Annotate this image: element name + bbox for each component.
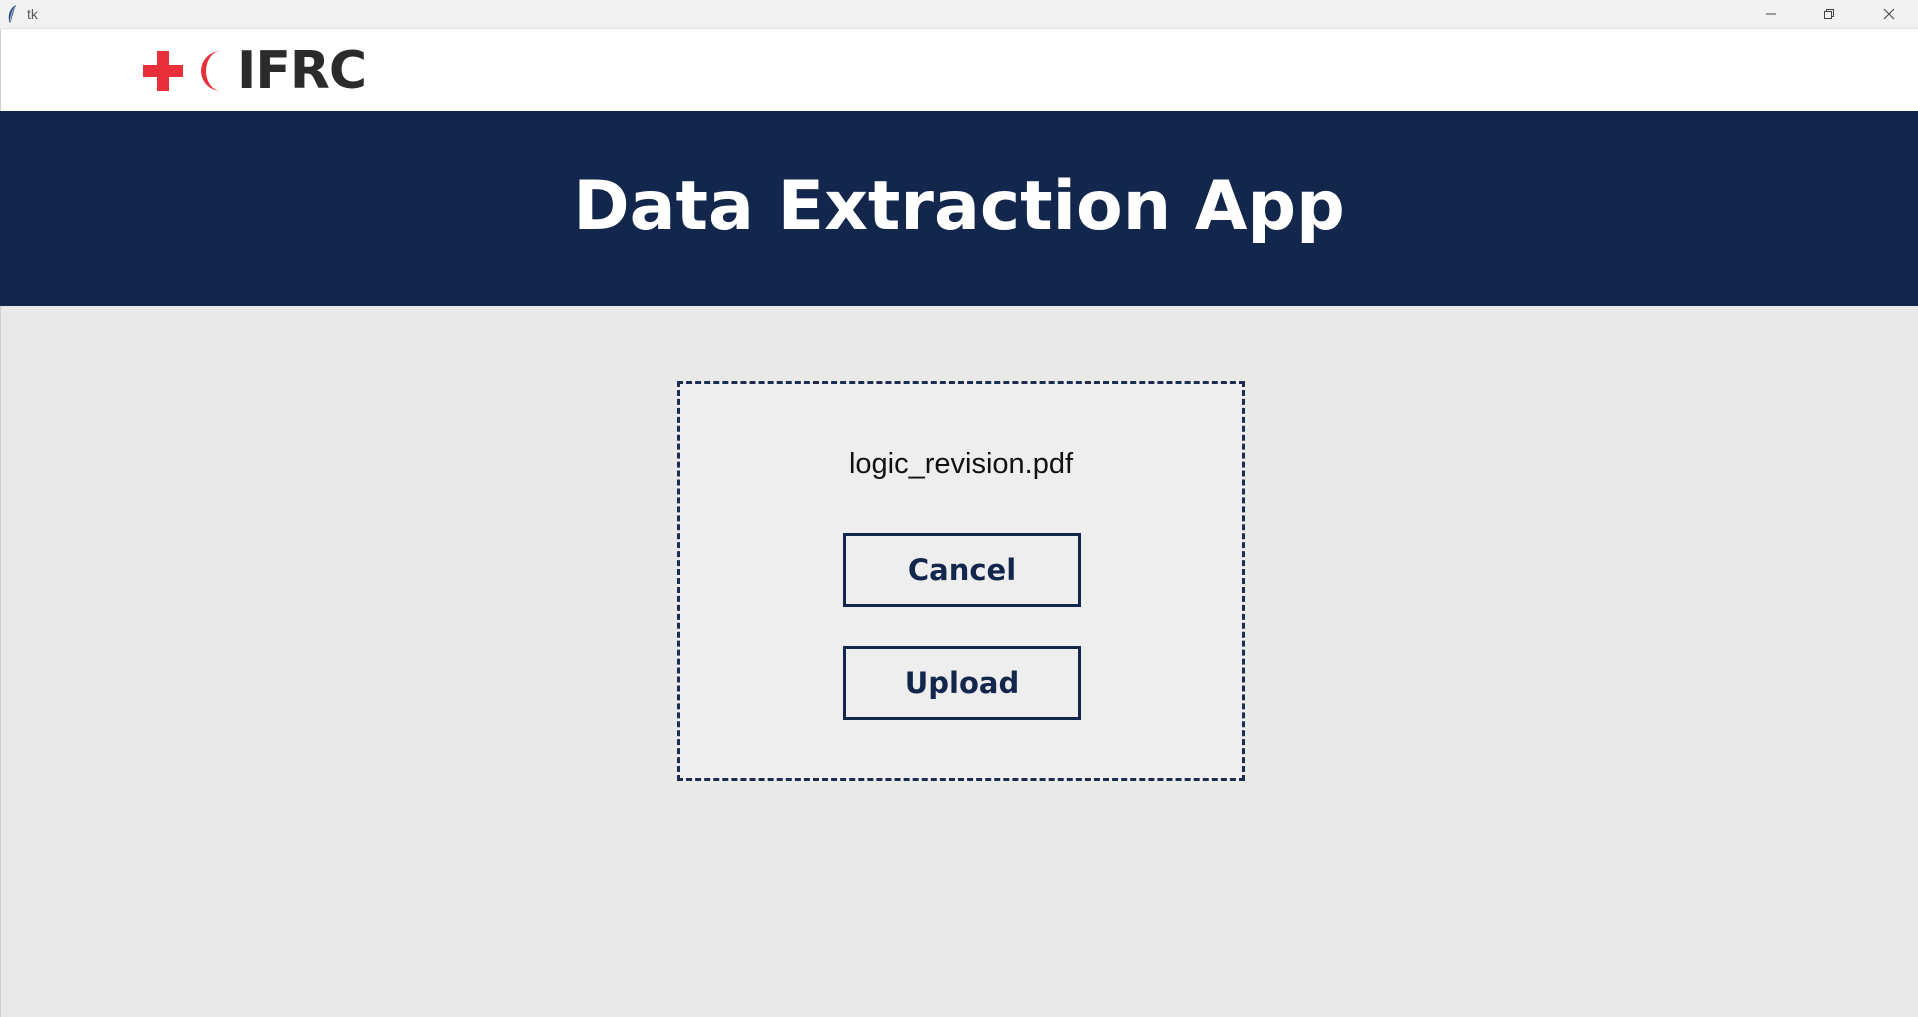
- red-cross-icon: [141, 49, 185, 93]
- logo-bar: IFRC: [0, 29, 1918, 111]
- ifrc-logo: IFRC: [141, 41, 367, 101]
- cancel-button[interactable]: Cancel: [843, 533, 1081, 607]
- main-area: logic_revision.pdf Cancel Upload: [0, 306, 1918, 1017]
- logo-text: IFRC: [237, 41, 367, 101]
- selected-filename: logic_revision.pdf: [848, 448, 1074, 480]
- upload-button[interactable]: Upload: [843, 646, 1081, 720]
- restore-icon: [1823, 5, 1835, 24]
- tk-feather-icon: [6, 4, 18, 24]
- close-button[interactable]: [1860, 0, 1918, 29]
- minimize-button[interactable]: [1742, 0, 1800, 29]
- close-icon: [1883, 5, 1895, 24]
- window-title: tk: [27, 6, 38, 22]
- page-title: Data Extraction App: [573, 167, 1345, 246]
- file-drop-zone[interactable]: logic_revision.pdf Cancel Upload: [677, 381, 1245, 781]
- title-bar[interactable]: tk: [0, 0, 1918, 29]
- red-crescent-icon: [191, 48, 225, 94]
- header-banner: Data Extraction App: [0, 111, 1918, 306]
- restore-button[interactable]: [1800, 0, 1858, 29]
- app-window: tk IFRC Data Extraction App logic_revisi…: [0, 0, 1918, 1017]
- minimize-icon: [1765, 5, 1777, 24]
